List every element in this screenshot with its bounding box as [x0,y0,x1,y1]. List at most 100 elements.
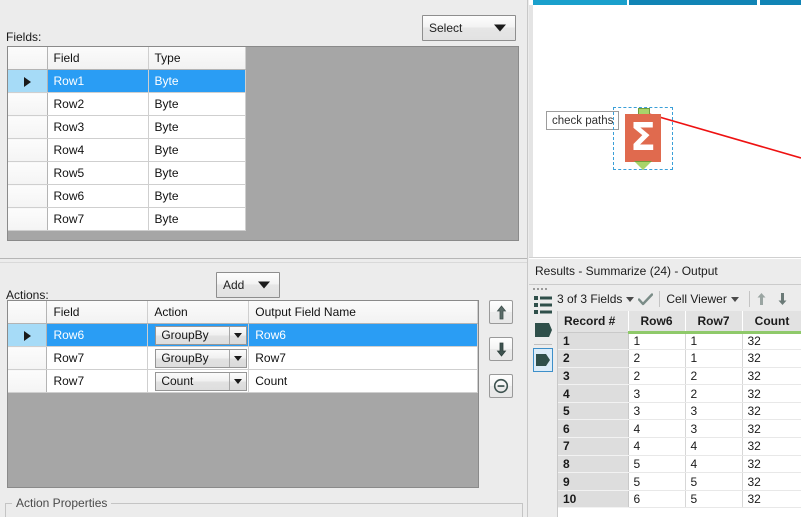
data-cell[interactable]: 32 [742,402,801,421]
type-cell[interactable]: Byte [148,184,246,208]
results-col-header[interactable]: Record # [558,311,629,333]
table-row[interactable]: 3 2 2 32 [558,367,801,386]
data-cell[interactable]: 1 [685,332,743,351]
table-row[interactable]: Row7 Byte [8,207,246,231]
add-dropdown[interactable]: Add [216,272,280,298]
table-row[interactable]: Row3 Byte [8,115,246,139]
row-selector-cell[interactable] [8,92,48,116]
fields-col-header-type[interactable]: Type [148,47,246,70]
data-cell[interactable]: 2 [685,384,743,403]
data-cell[interactable]: 4 [685,437,743,456]
node-body[interactable]: Σ [625,114,661,162]
action-dropdown-cell[interactable]: GroupBy [147,323,250,347]
fields-selector-label[interactable]: 3 of 3 Fields [557,292,622,306]
action-dropdown[interactable]: Count [155,371,248,391]
type-cell[interactable]: Byte [148,69,246,93]
table-row[interactable]: Row4 Byte [8,138,246,162]
data-cell[interactable]: 5 [685,490,743,509]
table-row[interactable]: 6 4 3 32 [558,419,801,439]
results-col-header[interactable]: Row7 [685,311,743,334]
row-selector-cell[interactable] [8,138,48,162]
field-cell[interactable]: Row5 [47,161,149,185]
check-icon[interactable] [638,292,654,306]
data-cell[interactable]: 3 [628,402,686,421]
table-row[interactable]: 4 3 2 32 [558,384,801,403]
chevron-down-icon[interactable] [229,349,247,367]
data-cell[interactable]: 1 [685,349,743,368]
move-action-down-button[interactable] [489,337,513,361]
table-row[interactable]: 1 1 1 32 [558,332,801,351]
table-row[interactable]: 7 4 4 32 [558,437,801,456]
row-selector-cell[interactable] [8,323,48,347]
field-cell[interactable]: Row7 [46,369,149,393]
chevron-down-icon[interactable] [626,296,635,302]
field-cell[interactable]: Row1 [47,69,149,93]
action-dropdown[interactable]: GroupBy [155,325,248,345]
drag-handle-dots-icon[interactable] [533,287,553,292]
row-selector-cell[interactable] [8,115,48,139]
record-number-cell[interactable]: 3 [558,367,629,386]
table-row[interactable]: 10 6 5 32 [558,490,801,509]
action-dropdown[interactable]: GroupBy [155,348,248,368]
record-number-cell[interactable]: 2 [558,349,629,368]
table-row[interactable]: Row2 Byte [8,92,246,116]
table-row[interactable]: 9 5 5 32 [558,472,801,491]
data-cell[interactable]: 32 [742,332,801,351]
summarize-tool-node[interactable]: Σ [613,107,673,170]
field-cell[interactable]: Row7 [46,346,149,370]
table-row[interactable]: Row1 Byte [8,69,246,93]
viewer-selector-label[interactable]: Cell Viewer [666,292,726,306]
row-selector-cell[interactable] [8,69,48,93]
table-row[interactable]: 8 5 4 32 [558,455,801,474]
row-selector-cell[interactable] [8,207,48,231]
record-number-cell[interactable]: 7 [558,437,629,456]
list-icon[interactable] [533,294,553,316]
data-cell[interactable]: 3 [685,402,743,421]
data-cell[interactable]: 4 [628,419,686,439]
field-cell[interactable]: Row6 [47,184,149,208]
record-number-cell[interactable]: 10 [558,490,629,509]
row-selector-cell[interactable] [8,346,48,370]
scroll-up-icon[interactable] [756,292,767,306]
table-row[interactable]: Row6 GroupBy Row6 [8,323,478,347]
data-cell[interactable]: 32 [742,367,801,386]
data-cell[interactable]: 6 [628,490,686,509]
field-cell[interactable]: Row2 [47,92,149,116]
type-cell[interactable]: Byte [148,161,246,185]
fields-col-header-selector[interactable] [8,47,48,70]
chevron-down-icon[interactable] [229,326,247,344]
results-col-header[interactable]: Count [742,311,801,334]
data-cell[interactable]: 2 [628,349,686,368]
data-cell[interactable]: 5 [685,472,743,491]
results-grid[interactable]: Record # Row6 Row7 Count 1 1 1 32 2 2 1 32 3 2 2 32 4 3 2… [557,311,801,517]
data-cell[interactable]: 32 [742,490,801,509]
data-cell[interactable]: 32 [742,349,801,368]
data-cell[interactable]: 32 [742,455,801,474]
actions-col-header-output[interactable]: Output Field Name [248,301,478,324]
select-dropdown[interactable]: Select [422,15,516,41]
row-selector-cell[interactable] [8,369,48,393]
data-cell[interactable]: 2 [685,367,743,386]
data-cell[interactable]: 1 [628,332,686,351]
data-cell[interactable]: 5 [628,455,686,474]
data-cell[interactable]: 3 [628,384,686,403]
record-number-cell[interactable]: 4 [558,384,629,403]
record-number-cell[interactable]: 8 [558,455,629,474]
table-row[interactable]: Row6 Byte [8,184,246,208]
output-field-name-cell[interactable]: Row7 [248,346,478,370]
record-number-cell[interactable]: 5 [558,402,629,421]
chevron-down-icon[interactable] [229,372,247,390]
chevron-down-icon[interactable] [730,296,739,302]
data-cell[interactable]: 32 [742,472,801,491]
actions-col-header-action[interactable]: Action [147,301,250,324]
type-cell[interactable]: Byte [148,115,246,139]
output-anchor-icon[interactable] [533,348,553,372]
action-dropdown-cell[interactable]: GroupBy [147,346,250,370]
row-selector-cell[interactable] [8,184,48,208]
field-cell[interactable]: Row4 [47,138,149,162]
data-cell[interactable]: 32 [742,437,801,456]
data-cell[interactable]: 2 [628,367,686,386]
data-cell[interactable]: 32 [742,384,801,403]
field-cell[interactable]: Row7 [47,207,149,231]
data-cell[interactable]: 4 [685,455,743,474]
